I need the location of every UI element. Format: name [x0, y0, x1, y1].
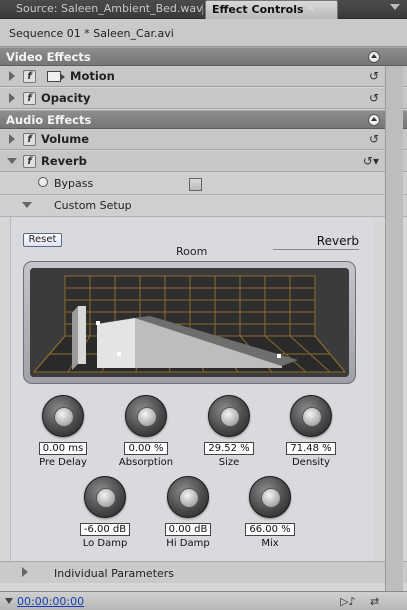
timecode[interactable]: 00:00:00:00: [17, 595, 84, 608]
reset-button[interactable]: Reset: [23, 233, 62, 247]
knob-pre-delay[interactable]: 0.00 ms Pre Delay: [33, 395, 93, 468]
expand-triangle-icon[interactable]: [9, 93, 15, 103]
reset-icon[interactable]: ↺▾: [363, 155, 379, 167]
knob-lo-damp[interactable]: -6.00 dB Lo Damp: [75, 476, 135, 549]
knob-mix[interactable]: 66.00 % Mix: [240, 476, 300, 549]
density-label: Density: [291, 457, 331, 468]
fx-toggle-icon[interactable]: f: [23, 70, 36, 83]
effect-row-opacity[interactable]: f Opacity ↺: [0, 88, 407, 109]
knob-absorption[interactable]: 0.00 % Absorption: [116, 395, 176, 468]
stopwatch-icon[interactable]: [38, 177, 48, 187]
pre-delay-value[interactable]: 0.00 ms: [38, 442, 88, 455]
reset-icon[interactable]: ↺: [369, 70, 379, 82]
video-effects-header: Video Effects: [0, 47, 407, 66]
audio-effects-header: Audio Effects: [0, 110, 407, 129]
tab-bar: Source: Saleen_Ambient_Bed.wav Effect Co…: [0, 0, 407, 19]
absorption-value[interactable]: 0.00 %: [124, 442, 168, 455]
individual-parameters-row[interactable]: Individual Parameters: [0, 561, 407, 583]
play-marker-icon[interactable]: [5, 598, 13, 604]
size-value[interactable]: 29.52 %: [204, 442, 254, 455]
panel-menu-icon[interactable]: [390, 4, 400, 10]
expand-triangle-icon[interactable]: [22, 567, 28, 577]
pre-delay-label: Pre Delay: [39, 457, 87, 468]
collapse-triangle-icon[interactable]: [7, 158, 17, 164]
room-label: Room: [176, 245, 208, 258]
loop-icon[interactable]: ⇄: [370, 595, 379, 608]
audio-effects-label: Audio Effects: [6, 113, 92, 127]
custom-setup-row[interactable]: Custom Setup: [0, 195, 407, 217]
absorption-dial[interactable]: [125, 395, 167, 437]
lo-damp-label: Lo Damp: [82, 538, 128, 549]
hi-damp-label: Hi Damp: [166, 538, 210, 549]
knob-density[interactable]: 71.48 % Density: [281, 395, 341, 468]
expand-triangle-icon[interactable]: [9, 71, 15, 81]
reset-icon[interactable]: ↺: [369, 133, 379, 145]
effect-name-volume: Volume: [41, 132, 90, 146]
mix-dial[interactable]: [249, 476, 291, 518]
bypass-row: Bypass: [0, 173, 407, 195]
density-dial[interactable]: [290, 395, 332, 437]
effect-row-reverb[interactable]: f Reverb ↺▾: [0, 151, 407, 172]
collapse-up-icon[interactable]: [368, 114, 380, 126]
effect-name-opacity: Opacity: [41, 91, 91, 105]
collapse-up-icon[interactable]: [368, 51, 380, 63]
size-dial[interactable]: [208, 395, 250, 437]
vertical-scrollbar[interactable]: [385, 66, 403, 610]
hi-damp-dial[interactable]: [167, 476, 209, 518]
effect-name-motion: Motion: [70, 69, 115, 83]
motion-transform-icon: [47, 71, 65, 82]
fx-toggle-icon[interactable]: f: [23, 92, 36, 105]
effect-row-volume[interactable]: f Volume ↺: [0, 129, 407, 150]
mix-value[interactable]: 66.00 %: [245, 523, 295, 536]
expand-triangle-icon[interactable]: [9, 134, 15, 144]
fx-toggle-icon[interactable]: f: [23, 133, 36, 146]
absorption-label: Absorption: [118, 457, 174, 468]
video-effects-label: Video Effects: [6, 50, 91, 64]
lo-damp-value[interactable]: -6.00 dB: [79, 523, 131, 536]
play-audio-icon[interactable]: ▷♪: [340, 595, 355, 608]
sequence-title: Sequence 01 * Saleen_Car.avi: [9, 27, 174, 40]
tab-effect-controls[interactable]: Effect Controls: [205, 0, 338, 19]
reset-icon[interactable]: ↺: [369, 92, 379, 104]
collapse-triangle-icon[interactable]: [22, 202, 32, 208]
bottom-bar: 00:00:00:00 ▷♪ ⇄: [0, 591, 407, 610]
mix-label: Mix: [261, 538, 279, 549]
tab-separator: [202, 4, 203, 15]
effect-row-motion[interactable]: f Motion ↺: [0, 66, 407, 87]
effect-controls-panel: Sequence 01 * Saleen_Car.avi Video Effec…: [0, 19, 407, 610]
sequence-header: Sequence 01 * Saleen_Car.avi: [0, 19, 407, 47]
fx-toggle-icon[interactable]: f: [23, 155, 36, 168]
density-value[interactable]: 71.48 %: [286, 442, 336, 455]
size-label: Size: [218, 457, 240, 468]
pre-delay-dial[interactable]: [42, 395, 84, 437]
bypass-checkbox[interactable]: [189, 178, 202, 191]
tab-source[interactable]: Source: Saleen_Ambient_Bed.wav: [10, 0, 209, 19]
custom-setup-label: Custom Setup: [54, 199, 132, 212]
bypass-label: Bypass: [54, 177, 94, 190]
room-visual[interactable]: [30, 268, 349, 377]
preset-label: Reverb: [273, 234, 359, 250]
knob-size[interactable]: 29.52 % Size: [199, 395, 259, 468]
close-tab-icon[interactable]: ×: [306, 1, 315, 14]
individual-parameters-label: Individual Parameters: [54, 567, 175, 580]
lo-damp-dial[interactable]: [84, 476, 126, 518]
effect-name-reverb: Reverb: [41, 154, 87, 168]
room-display: [23, 261, 356, 384]
custom-setup-area: Reset Reverb Room 0.00 ms Pre Delay 0.00…: [10, 217, 373, 561]
hi-damp-value[interactable]: 0.00 dB: [164, 523, 212, 536]
knob-hi-damp[interactable]: 0.00 dB Hi Damp: [158, 476, 218, 549]
